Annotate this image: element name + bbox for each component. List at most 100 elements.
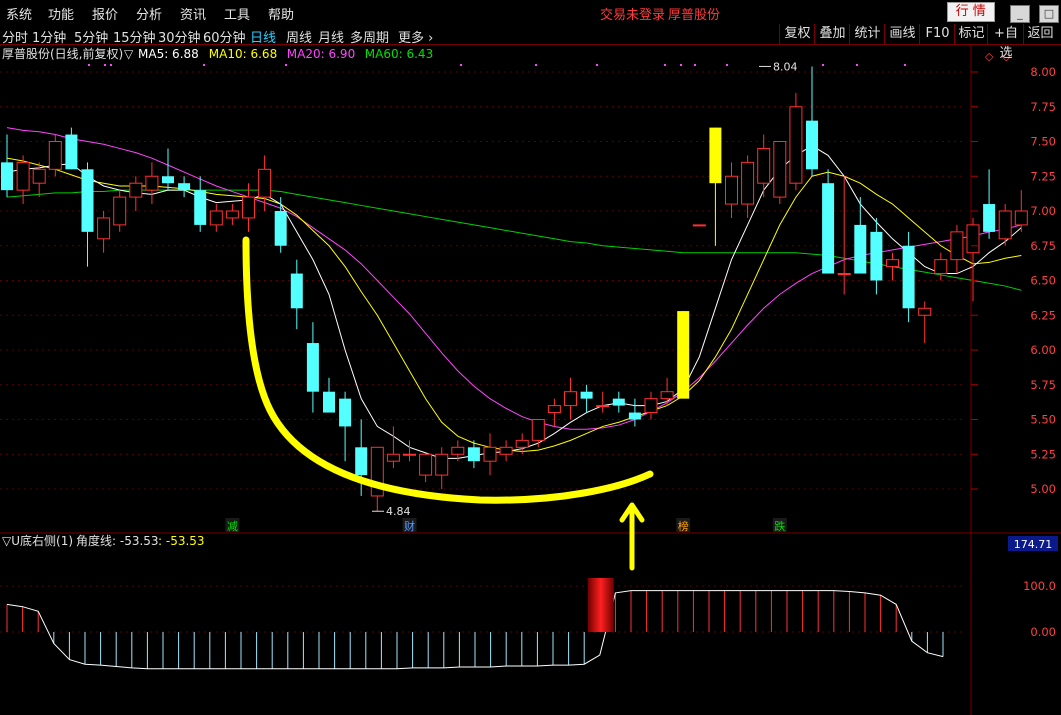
candle-body [16,161,30,191]
candle [660,377,674,406]
candle [870,217,883,295]
candle [950,224,964,274]
candle [580,384,593,413]
candle-body [483,446,497,462]
candle-body [757,147,771,184]
candle-body [612,398,625,406]
candle-body [274,211,287,246]
candle [677,311,690,399]
candle-body [725,175,738,205]
top-marker-dot [904,64,906,66]
candle-body [564,391,577,407]
top-marker-dot [822,64,824,66]
collapse-marker-icon[interactable]: ▽ [124,47,134,61]
menu-item-tools[interactable]: 工具 [224,4,250,23]
candle-body [628,412,641,420]
y-tick-label: 7.25 [1030,169,1056,183]
candle-body [934,259,948,275]
candle [757,134,771,198]
top-marker-dot [203,64,205,66]
candle [129,176,143,211]
candle [370,446,384,512]
candle-body [837,273,851,276]
top-marker-dot [596,64,598,66]
candle [692,224,706,227]
candle-body [773,141,787,198]
menu-item-function[interactable]: 功能 [48,4,74,23]
candle-body [950,231,964,261]
y-tick-label: 7.50 [1030,135,1056,149]
candle [81,162,94,267]
candle-body [966,224,980,254]
candle-body [242,196,255,219]
candle-body [918,307,932,316]
menu-item-news[interactable]: 资讯 [180,4,206,23]
menu-item-analysis[interactable]: 分析 [136,4,162,23]
top-marker-dot [680,64,682,66]
toolbar-button-2[interactable]: 统计 [849,24,885,44]
quote-button[interactable]: 行 情 [946,2,995,22]
candle-body [1014,210,1028,226]
toolbar-button-6[interactable]: +自选 [987,24,1024,61]
menu-item-quote[interactable]: 报价 [92,4,118,23]
candle-body [709,127,722,184]
candle [258,155,272,211]
ma-line-ma60 [6,189,1022,291]
candle-body [258,168,272,198]
candle [113,190,127,232]
menu-item-help[interactable]: 帮助 [268,4,294,23]
candle-body [983,204,996,232]
candle-body [902,245,915,309]
candle [837,176,851,295]
candle-body [547,405,561,414]
candle-body [129,182,143,198]
candle [531,419,545,448]
candle-body [644,398,658,414]
candle [386,426,400,469]
event-marker-1: 财 [404,519,415,533]
candle-body [886,259,899,268]
event-marker-2: 榜 [678,519,689,533]
candle-body [97,217,111,240]
minimize-icon[interactable]: _ [1009,5,1030,23]
candle [564,377,577,420]
up-arrow-annotation [619,502,645,571]
candle-body [822,183,835,274]
ma-line-ma5 [6,145,1022,459]
ma-legend-1: MA10: 6.68 [209,47,277,61]
candle [725,162,738,218]
top-marker-dot [285,64,287,66]
top-marker-dot [694,64,696,66]
toolbar-button-3[interactable]: 画线 [884,24,920,44]
candle [403,440,416,462]
candle-body [48,141,62,170]
candle-body [225,210,239,219]
candle [419,453,433,483]
candle-body [515,439,529,448]
top-marker-dot [110,64,112,66]
top-marker-dot [460,64,462,66]
toolbar-button-1[interactable]: 叠加 [814,24,850,44]
menu-item-system[interactable]: 系统 [6,4,32,23]
menu-bar: 系统 功能 报价 分析 资讯 工具 帮助 交易未登录 厚普股份 行 情 _ □ [0,0,1061,24]
maximize-icon[interactable]: □ [1039,5,1059,23]
status-stock-name: 厚普股份 [668,8,721,23]
candle [886,252,899,281]
top-marker-dot [856,64,858,66]
event-marker-0: 减 [227,520,238,533]
toolbar-button-7[interactable]: 返回 [1023,24,1057,44]
top-marker-dot [104,64,106,66]
candle-body [32,168,46,184]
candle-body [403,453,416,456]
toolbar-button-5[interactable]: 标记 [954,24,988,44]
toolbar-button-4[interactable]: F10 [919,24,955,44]
y-tick-label: 6.00 [1030,343,1056,357]
candle-body [531,419,545,441]
candle [339,391,352,462]
toolbar-button-0[interactable]: 复权 [779,24,815,44]
candle-body [1,162,13,191]
candle [48,134,62,177]
y-tick-label: 8.00 [1030,65,1056,79]
candle-body [451,446,465,455]
candle [983,169,996,239]
